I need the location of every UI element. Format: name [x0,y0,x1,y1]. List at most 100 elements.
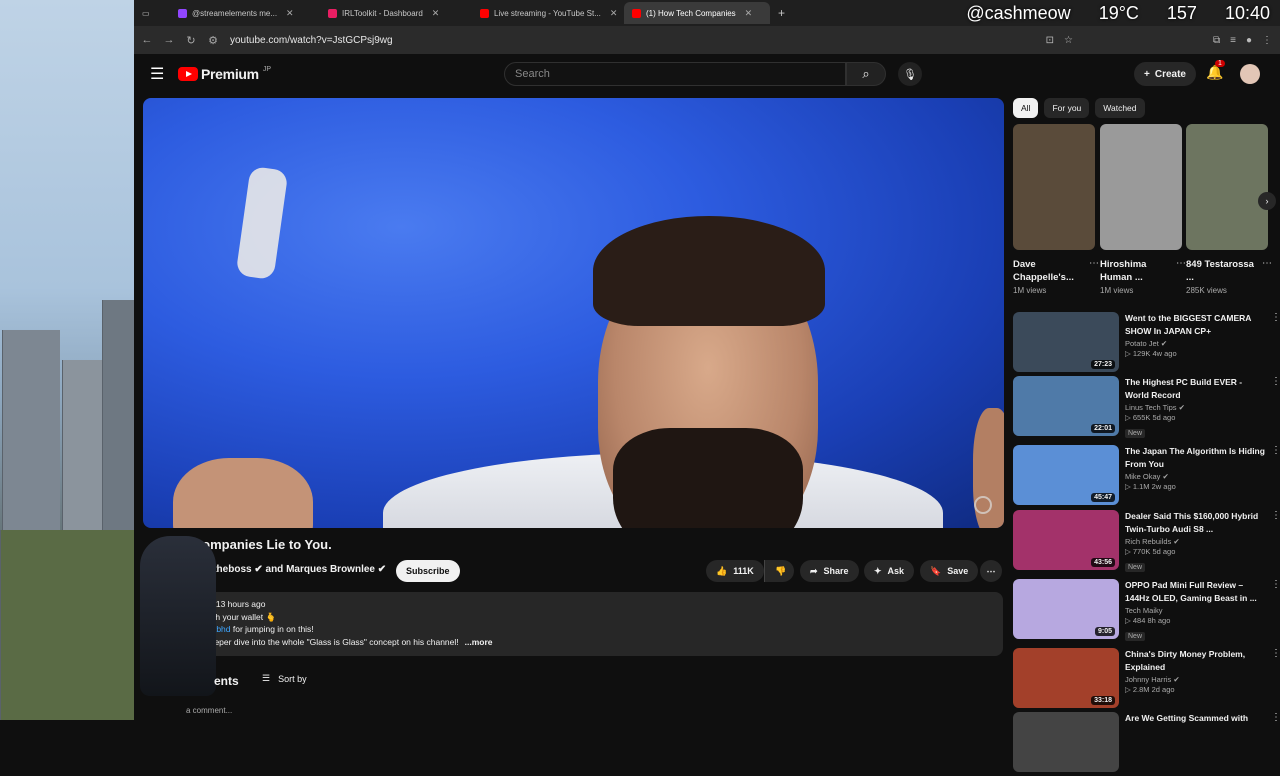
recommendation-channel[interactable]: Johnny Harris ✔ [1125,675,1265,684]
url-field[interactable]: youtube.com/watch?v=JstGCPsj9wg [230,35,393,46]
recommendation-item[interactable]: Are We Getting Scammed with ⋮ [1013,712,1280,776]
extensions-strip [1083,35,1203,46]
short-item[interactable]: Hiroshima Human ... 1M views ⋯ [1100,124,1186,295]
voice-search-button[interactable]: 🎙 [898,62,922,86]
video-description[interactable]: vs 13 hours ago with your wallet 🫰 mkbhd… [143,592,1003,656]
sparkle-icon: ✦ [874,565,882,576]
short-thumbnail[interactable] [1100,124,1182,250]
profile-icon[interactable]: ● [1246,35,1252,46]
stream-background-city [0,0,134,720]
hamburger-menu-icon[interactable]: ☰ [150,64,164,84]
more-dots-icon[interactable]: ⋯ [1089,258,1099,269]
subscribe-button[interactable]: Subscribe [396,560,460,582]
video-thumbnail[interactable]: 45:47 [1013,445,1119,505]
more-dots-icon[interactable]: ⋮ [1271,510,1280,521]
account-avatar[interactable] [1240,64,1260,84]
recommendation-item[interactable]: 43:56 Dealer Said This $160,000 Hybrid Tw… [1013,510,1280,574]
sort-by-button[interactable]: ☰ Sort by [262,673,307,684]
close-icon[interactable]: ✕ [610,8,618,19]
short-thumbnail[interactable] [1013,124,1095,250]
forward-icon[interactable]: → [158,34,180,46]
recommendation-channel[interactable]: Tech Maiky [1125,606,1265,615]
new-tab-button[interactable]: + [770,2,794,24]
save-button[interactable]: 🔖 Save [920,560,979,582]
reading-list-icon[interactable]: ≡ [1230,35,1236,46]
recommendation-meta: OPPO Pad Mini Full Review – 144Hz OLED, … [1125,579,1265,643]
close-icon[interactable]: ✕ [432,8,440,19]
dislike-button[interactable]: 👎 [764,560,794,582]
video-thumbnail[interactable]: 27:23 [1013,312,1119,372]
install-icon[interactable]: ⊡ [1046,35,1054,46]
video-thumbnail[interactable]: 43:56 [1013,510,1119,570]
more-dots-icon[interactable]: ⋮ [1271,712,1280,723]
bookmark-star-icon[interactable]: ☆ [1064,35,1073,46]
share-button[interactable]: ➦ Share [800,560,859,582]
recommendation-item[interactable]: 9:05 OPPO Pad Mini Full Review – 144Hz OL… [1013,579,1280,643]
search-button[interactable]: ⌕ [846,62,886,86]
recommendation-item[interactable]: 22:01 The Highest PC Build EVER - World R… [1013,376,1280,440]
recommendation-title[interactable]: China's Dirty Money Problem, Explained [1125,648,1265,673]
youtube-premium-logo[interactable]: Premium JP [178,66,271,82]
recommendation-item[interactable]: 33:18 China's Dirty Money Problem, Explai… [1013,648,1280,712]
site-info-icon[interactable]: ⚙ [202,34,224,47]
short-item[interactable]: 849 Testarossa ... 285K views ⋯ [1186,124,1272,295]
tab-irltoolkit[interactable]: IRLToolkit - Dashboard ✕ [320,2,472,24]
recommendation-meta: Are We Getting Scammed with [1125,712,1265,727]
video-thumbnail[interactable] [1013,712,1119,772]
more-dots-icon[interactable]: ⋮ [1271,312,1280,323]
chip-watched[interactable]: Watched [1095,98,1145,118]
more-actions-button[interactable]: ⋯ [980,560,1002,582]
channel-names[interactable]: osetheboss ✔ and Marques Brownlee ✔ [196,564,386,575]
add-comment-input[interactable]: a comment... [186,706,232,715]
recommendation-title[interactable]: The Japan The Algorithm Is Hiding From Y… [1125,445,1265,470]
recommendation-views: ▷ 129K 4w ago [1125,349,1177,358]
channel-watermark-icon[interactable] [974,496,992,514]
video-thumbnail[interactable]: 22:01 [1013,376,1119,436]
short-item[interactable]: Dave Chappelle's... 1M views ⋯ [1013,124,1099,295]
close-icon[interactable]: ✕ [286,8,294,19]
search-input[interactable]: Search [504,62,846,86]
tab-streamelements[interactable]: @streamelements me... ✕ [170,2,320,24]
tab-live-streaming[interactable]: Live streaming - YouTube St... ✕ [472,2,624,24]
more-dots-icon[interactable]: ⋯ [1176,258,1186,269]
recommendation-channel[interactable]: Mike Okay ✔ [1125,472,1265,481]
more-dots-icon[interactable]: ⋮ [1271,648,1280,659]
chip-for-you[interactable]: For you [1044,98,1090,118]
close-icon[interactable]: ✕ [745,8,753,19]
filter-chips: All For you Watched [1013,98,1145,118]
show-more-button[interactable]: ...more [465,637,493,647]
like-button[interactable]: 👍 111K [706,560,764,582]
youtube-logo-icon [178,67,198,81]
recommendation-title[interactable]: Are We Getting Scammed with [1125,712,1265,725]
video-player[interactable] [143,98,1004,528]
video-thumbnail[interactable]: 9:05 [1013,579,1119,639]
ask-button[interactable]: ✦ Ask [864,560,915,582]
sidebar-toggle-icon[interactable]: ▭ [134,2,170,24]
reload-icon[interactable]: ↻ [180,34,202,47]
recommendation-channel[interactable]: Rich Rebuilds ✔ [1125,537,1265,546]
chevron-right-icon[interactable]: › [1258,192,1276,210]
recommendation-views: ▷ 770K 5d ago [1125,547,1176,556]
more-dots-icon[interactable]: ⋯ [1262,258,1272,269]
recommendation-title[interactable]: Dealer Said This $160,000 Hybrid Twin-Tu… [1125,510,1265,535]
extensions-icon[interactable]: ⧉ [1213,35,1220,46]
notifications-button[interactable]: 🔔 1 [1206,60,1225,81]
video-thumbnail[interactable]: 33:18 [1013,648,1119,708]
browser-menu-icon[interactable]: ⋮ [1262,35,1272,46]
more-dots-icon[interactable]: ⋮ [1271,579,1280,590]
chip-all[interactable]: All [1013,98,1039,118]
more-dots-icon[interactable]: ⋮ [1271,376,1280,387]
create-button[interactable]: + Create [1134,62,1196,86]
recommendation-channel[interactable]: Linus Tech Tips ✔ [1125,403,1265,412]
back-icon[interactable]: ← [136,34,158,46]
recommendation-title[interactable]: Went to the BIGGEST CAMERA SHOW In JAPAN… [1125,312,1265,337]
recommendation-channel[interactable]: Potato Jet ✔ [1125,339,1265,348]
recommendation-item[interactable]: 27:23 Went to the BIGGEST CAMERA SHOW In … [1013,312,1280,376]
recommendation-item[interactable]: 45:47 The Japan The Algorithm Is Hiding F… [1013,445,1280,509]
recommendation-title[interactable]: OPPO Pad Mini Full Review – 144Hz OLED, … [1125,579,1265,604]
recommendation-title[interactable]: The Highest PC Build EVER - World Record [1125,376,1265,401]
more-dots-icon[interactable]: ⋮ [1271,445,1280,456]
tab-how-tech-companies[interactable]: (1) How Tech Companies ✕ [624,2,770,24]
thumbs-down-icon: 👎 [775,565,787,576]
short-thumbnail[interactable] [1186,124,1268,250]
